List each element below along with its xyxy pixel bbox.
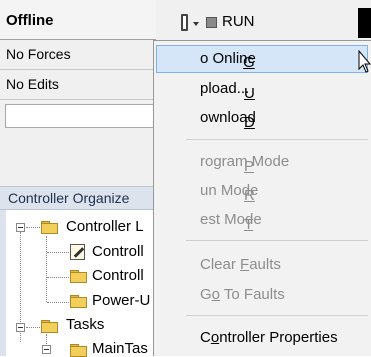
tree-item-controller-tags[interactable]: Controll <box>92 243 144 260</box>
chevron-down-icon[interactable] <box>193 22 199 26</box>
online-status-row[interactable]: Offline <box>0 0 156 40</box>
tree-item-power-up[interactable]: Power-U <box>92 292 150 309</box>
menu-separator <box>186 139 368 140</box>
menu-run-mode-hotkey: R <box>244 187 255 204</box>
menu-test-mode[interactable]: Test Mode <box>156 206 368 234</box>
toolbar-edge <box>358 8 371 38</box>
mouse-cursor-icon <box>358 50 371 73</box>
menu-clear-faults-prefix: Clear <box>200 256 241 273</box>
tree-connector <box>47 252 69 253</box>
forces-status-label: No Forces <box>6 46 71 62</box>
tree-item-tasks[interactable]: Tasks <box>66 316 104 333</box>
edits-status-row[interactable]: No Edits <box>0 70 156 100</box>
edits-status-label: No Edits <box>6 76 59 92</box>
menu-controller-properties[interactable]: Controller Properties <box>156 324 368 352</box>
menu-go-online[interactable]: Go Online <box>156 45 368 73</box>
menu-program-mode-hotkey: P <box>244 158 255 175</box>
tree-item-controller-handler[interactable]: Controll <box>92 267 144 284</box>
organizer-title-bar[interactable]: Controller Organize <box>0 186 156 210</box>
controller-toolbar <box>156 0 371 40</box>
collapse-icon[interactable] <box>16 223 25 232</box>
organizer-title: Controller Organize <box>8 190 130 206</box>
menu-go-to-faults-prefix: G <box>200 286 212 303</box>
folder-icon <box>41 320 58 333</box>
menu-download[interactable]: Download <box>156 104 368 132</box>
folder-icon <box>41 221 58 234</box>
menu-clear-faults-hotkey: F <box>240 256 250 273</box>
collapse-icon[interactable] <box>42 345 51 354</box>
tree-connector <box>26 327 40 328</box>
status-field <box>5 104 156 128</box>
menu-upload-label: pload... <box>200 80 250 97</box>
menu-go-to-faults-hotkey: o <box>211 286 221 303</box>
folder-icon <box>70 270 87 283</box>
menu-upload-hotkey: U <box>244 85 255 102</box>
organizer-tree: Controller L Controll Controll Power-U T… <box>0 210 156 357</box>
tree-connector <box>46 236 47 302</box>
menu-controller-properties-prefix: C <box>200 329 211 346</box>
menu-go-to-faults[interactable]: Go To Faults <box>156 281 368 309</box>
online-status-label: Offline <box>6 12 54 29</box>
controller-status-panel: Offline No Forces No Edits <box>0 0 156 186</box>
keyswitch-icon[interactable] <box>181 14 188 31</box>
menu-upload[interactable]: Upload... <box>156 75 368 103</box>
folder-icon <box>70 295 87 308</box>
forces-status-row[interactable]: No Forces <box>0 40 156 70</box>
controller-properties-icon <box>70 244 85 260</box>
menu-separator <box>186 240 368 241</box>
menu-program-mode[interactable]: Program Mode <box>156 148 368 176</box>
tree-connector <box>47 277 69 278</box>
run-indicator-icon <box>206 17 217 28</box>
tree-connector <box>47 302 69 303</box>
menu-controller-properties-hotkey: o <box>210 329 220 346</box>
menu-separator <box>186 315 368 316</box>
menu-controller-properties-label: ntroller Properties <box>219 329 338 346</box>
menu-run-mode[interactable]: Run Mode <box>156 177 368 205</box>
tree-item-controller-folder[interactable]: Controller L <box>66 218 144 235</box>
menu-clear-faults-label: aults <box>249 256 281 273</box>
menu-clear-faults[interactable]: Clear Faults <box>156 251 368 279</box>
menu-go-to-faults-label: To Faults <box>220 286 285 303</box>
task-icon <box>70 344 87 357</box>
run-label: RUN <box>222 13 255 30</box>
menu-go-online-hotkey: G <box>243 54 255 71</box>
menu-test-mode-hotkey: T <box>244 216 254 233</box>
tree-connector <box>26 227 40 228</box>
controller-context-menu: Go Online Upload... Download Program Mod… <box>153 40 371 356</box>
menu-download-hotkey: D <box>244 114 255 131</box>
tree-item-main-task[interactable]: MainTas <box>92 340 148 357</box>
collapse-icon[interactable] <box>16 323 25 332</box>
